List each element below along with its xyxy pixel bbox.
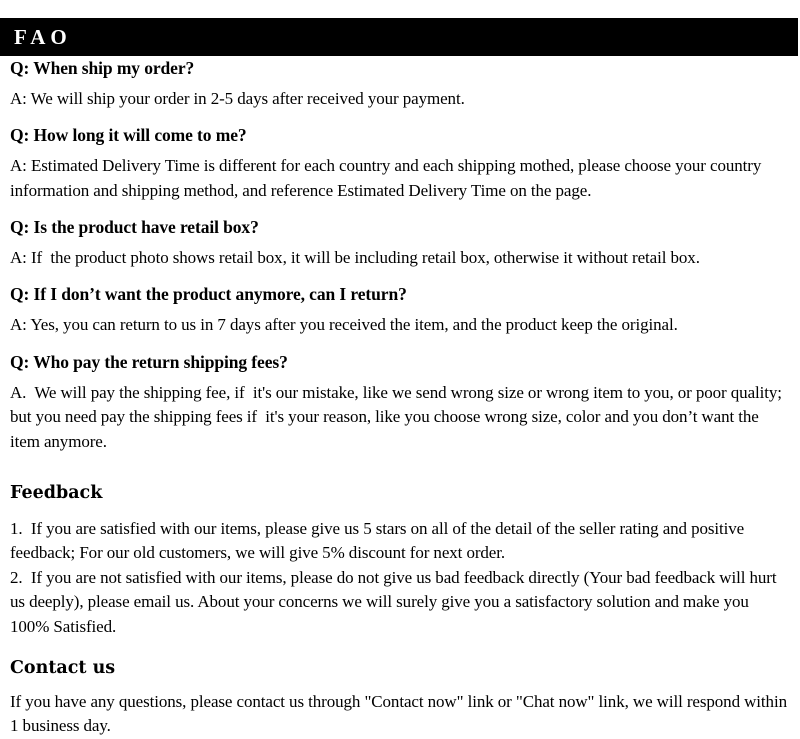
faq-item: Q: Who pay the return shipping fees? A. …: [10, 350, 790, 454]
faq-item: Q: If I don’t want the product anymore, …: [10, 282, 790, 337]
faq-answer: A. We will pay the shipping fee, if it's…: [10, 382, 787, 451]
contact-heading: Contact us: [10, 658, 116, 679]
page-title: FAO: [14, 24, 72, 49]
faq-question: Q: When ship my order?: [10, 58, 195, 78]
faq-answer: A: If the product photo shows retail box…: [10, 247, 700, 267]
contact-body: If you have any questions, please contac…: [10, 691, 792, 736]
faq-question: Q: Who pay the return shipping fees?: [10, 351, 288, 372]
feedback-heading: Feedback: [10, 482, 103, 503]
faq-page: FAO Q: When ship my order? A: We will sh…: [0, 0, 800, 735]
contact-section: Contact us If you have any questions, pl…: [10, 657, 790, 739]
faq-item: Q: Is the product have retail box? A: If…: [10, 215, 790, 270]
faq-question: Q: How long it will come to me?: [10, 125, 247, 146]
faq-question: Q: Is the product have retail box?: [10, 217, 259, 238]
faq-item: Q: How long it will come to me? A: Estim…: [10, 123, 790, 203]
faq-question: Q: If I don’t want the product anymore, …: [10, 284, 407, 305]
faq-answer: A: Yes, you can return to us in 7 days a…: [10, 315, 678, 335]
faq-item: Q: When ship my order? A: We will ship y…: [10, 56, 790, 111]
faq-answer: A: We will ship your order in 2-5 days a…: [10, 88, 465, 108]
feedback-item-2: 2. If you are not satisfied with our ite…: [10, 567, 781, 636]
feedback-item-1: 1. If you are satisfied with our items, …: [10, 518, 749, 563]
faq-answer: A: Estimated Delivery Time is different …: [10, 156, 766, 200]
faq-content: Q: When ship my order? A: We will ship y…: [0, 56, 800, 739]
feedback-section: Feedback 1. If you are satisfied with ou…: [10, 482, 790, 639]
page-title-bar: FAO: [0, 18, 798, 56]
